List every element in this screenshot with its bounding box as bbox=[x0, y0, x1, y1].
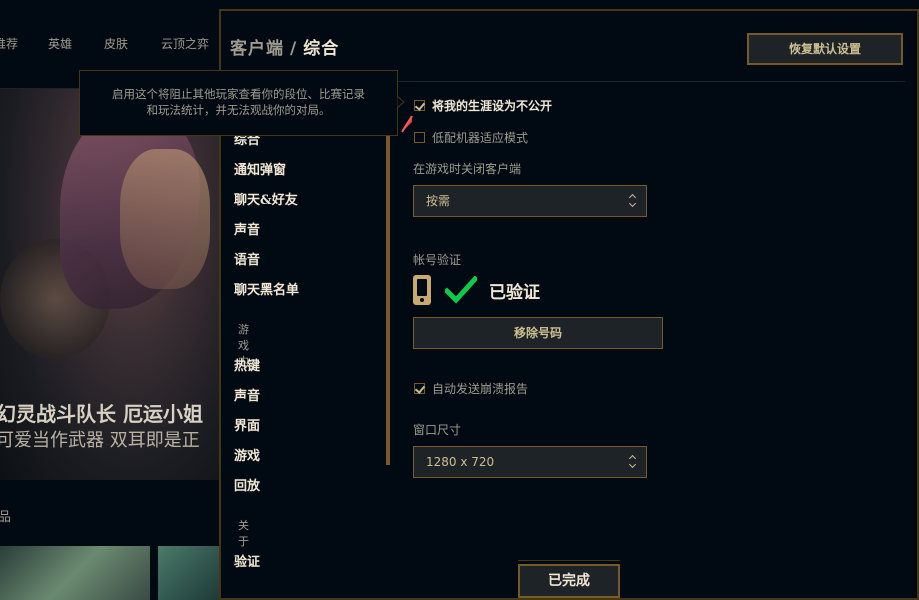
close-client-dropdown[interactable]: 按需 bbox=[413, 185, 647, 217]
nav-item-recommended[interactable]: 推荐 bbox=[0, 35, 18, 52]
tooltip-arrow-icon bbox=[397, 96, 405, 108]
splash-subtitle: 可爱当作武器 双耳即是正 bbox=[0, 430, 200, 451]
low-spec-label: 低配机器适应模式 bbox=[432, 131, 529, 145]
skin-thumbnail[interactable] bbox=[0, 546, 150, 600]
tooltip-line-2: 和玩法统计，并无法观战你的对局。 bbox=[146, 103, 331, 117]
low-spec-option[interactable]: 低配机器适应模式 bbox=[414, 129, 528, 146]
dropdown-arrows-icon bbox=[629, 194, 637, 208]
sidebar-item-ingame-sound[interactable]: 声音 bbox=[234, 385, 260, 404]
sidebar-scrollbar[interactable] bbox=[386, 83, 390, 465]
title-current: 综合 bbox=[303, 39, 340, 59]
low-spec-checkbox[interactable] bbox=[414, 132, 425, 143]
sidebar-item-blocklist[interactable]: 聊天黑名单 bbox=[234, 279, 299, 298]
sidebar-section-about: 关于 bbox=[238, 519, 249, 548]
nav-item-champions[interactable]: 英雄 bbox=[48, 35, 72, 52]
sidebar-item-sound[interactable]: 声音 bbox=[234, 219, 260, 238]
bottom-strip: 品 bbox=[0, 480, 219, 600]
mouse-pointer-icon bbox=[401, 115, 413, 133]
skin-splash-art[interactable]: 幻灵战斗队长 厄运小姐 可爱当作武器 双耳即是正 bbox=[0, 89, 219, 480]
sidebar-item-verification[interactable]: 验证 bbox=[234, 551, 260, 570]
account-verify-label: 帐号验证 bbox=[413, 253, 462, 267]
private-career-checkbox[interactable] bbox=[414, 100, 425, 111]
window-size-dropdown[interactable]: 1280 x 720 bbox=[413, 446, 647, 478]
done-button[interactable]: 已完成 bbox=[518, 560, 620, 598]
bottom-label: 品 bbox=[0, 510, 12, 525]
private-career-tooltip: 启用这个将阻止其他玩家查看你的段位、比赛记录 和玩法统计，并无法观战你的对局。 bbox=[79, 70, 398, 136]
auto-crash-report-label: 自动发送崩溃报告 bbox=[432, 382, 529, 396]
private-career-label: 将我的生涯设为不公开 bbox=[432, 99, 553, 113]
verification-status: 已验证 bbox=[413, 274, 540, 306]
title-section: 客户端 bbox=[230, 39, 284, 59]
sidebar-item-replays[interactable]: 回放 bbox=[234, 475, 260, 494]
sidebar-item-notifications[interactable]: 通知弹窗 bbox=[234, 159, 286, 178]
sidebar-item-voice[interactable]: 语音 bbox=[234, 249, 260, 268]
nav-item-tft[interactable]: 云顶之弈 bbox=[161, 35, 209, 52]
auto-crash-report-checkbox[interactable] bbox=[414, 383, 425, 394]
tooltip-line-1: 启用这个将阻止其他玩家查看你的段位、比赛记录 bbox=[112, 87, 365, 101]
verified-text: 已验证 bbox=[489, 282, 540, 303]
sidebar-item-interface[interactable]: 界面 bbox=[234, 415, 260, 434]
reset-defaults-button[interactable]: 恢复默认设置 bbox=[747, 33, 903, 65]
checkmark-icon bbox=[445, 276, 477, 304]
sidebar-item-hotkeys[interactable]: 热键 bbox=[234, 355, 260, 374]
phone-icon bbox=[413, 275, 431, 305]
title-separator: / bbox=[290, 39, 298, 59]
auto-crash-report-option[interactable]: 自动发送崩溃报告 bbox=[414, 380, 528, 397]
close-client-value: 按需 bbox=[426, 194, 451, 208]
window-size-label: 窗口尺寸 bbox=[413, 423, 462, 437]
close-client-label: 在游戏时关闭客户端 bbox=[413, 162, 522, 176]
modal-title: 客户端 / 综合 bbox=[230, 34, 339, 59]
skin-thumbnail[interactable] bbox=[158, 546, 219, 600]
sidebar-item-game[interactable]: 游戏 bbox=[234, 445, 260, 464]
window-size-value: 1280 x 720 bbox=[426, 455, 495, 469]
nav-item-skins[interactable]: 皮肤 bbox=[104, 35, 128, 52]
splash-title: 幻灵战斗队长 厄运小姐 bbox=[0, 402, 203, 426]
dropdown-arrows-icon bbox=[629, 455, 637, 469]
private-career-option[interactable]: 将我的生涯设为不公开 bbox=[414, 97, 552, 114]
remove-number-button[interactable]: 移除号码 bbox=[413, 317, 663, 349]
sidebar-item-chat-friends[interactable]: 聊天&好友 bbox=[234, 189, 298, 208]
